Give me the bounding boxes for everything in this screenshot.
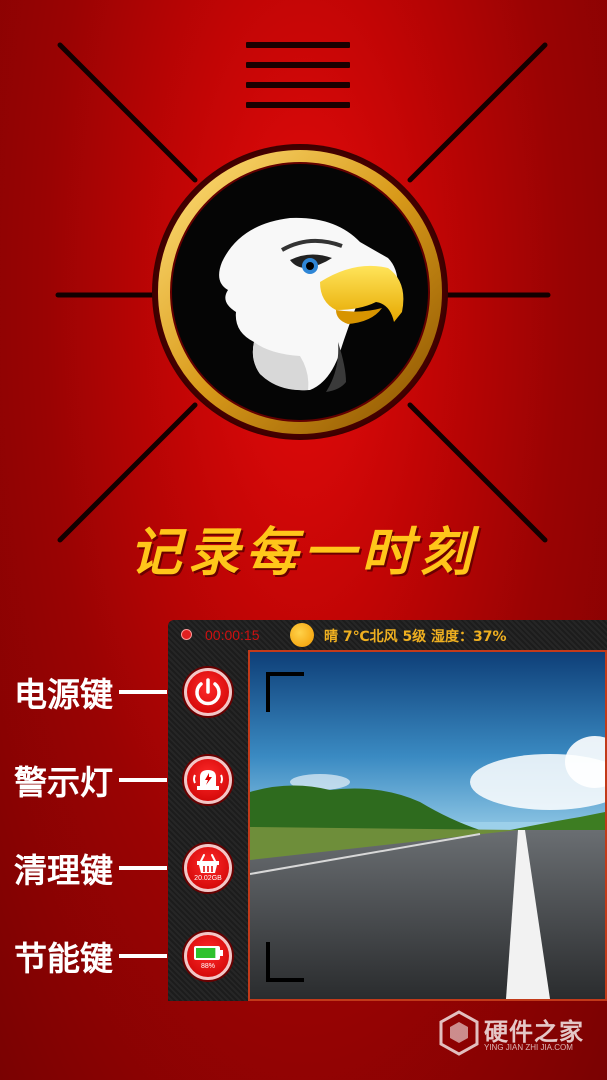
label-power-text: 电源键 <box>14 675 113 714</box>
label-power-saving-text: 节能键 <box>14 939 113 978</box>
recording-time: 00:00:15 <box>205 627 260 643</box>
focus-bracket-top <box>266 672 304 712</box>
sun-icon <box>290 623 314 647</box>
cleanup-basket-icon <box>197 854 219 873</box>
weather-info: 晴 7℃北风 5级 湿度：37% <box>324 629 507 645</box>
label-cleanup-text: 清理键 <box>14 851 113 890</box>
cleanup-button[interactable]: 20.02GB <box>184 844 232 892</box>
camera-preview[interactable] <box>248 650 607 1001</box>
watermark: 硬件之家 YING JIAN ZHI JIA.COM <box>438 1010 607 1060</box>
label-cleanup-connector <box>119 866 167 870</box>
watermark-logo-icon <box>439 1010 479 1056</box>
label-power: 电源键 <box>14 672 167 714</box>
power-saving-button[interactable]: 88% <box>184 932 232 980</box>
warning-light-button[interactable] <box>184 756 232 804</box>
label-warning-connector <box>119 778 167 782</box>
warning-light-icon <box>193 770 223 790</box>
label-power-saving-connector <box>119 954 167 958</box>
eagle-head-icon <box>152 144 448 440</box>
status-bar: 00:00:15 晴 7℃北风 5级 湿度：37% <box>168 620 607 650</box>
power-button[interactable] <box>184 668 232 716</box>
watermark-title: 硬件之家 <box>484 1018 584 1046</box>
slogan: 记录每一时刻 <box>129 522 478 583</box>
battery-icon <box>194 946 223 960</box>
label-power-saving: 节能键 <box>14 936 167 978</box>
label-power-connector <box>119 690 167 694</box>
power-icon <box>195 678 221 706</box>
focus-bracket-bottom <box>266 942 304 982</box>
record-dot-icon <box>181 629 192 640</box>
dashcam-panel: 00:00:15 晴 7℃北风 5级 湿度：37% 20.02GB 88% <box>168 620 607 1001</box>
label-warning: 警示灯 <box>14 760 167 802</box>
label-warning-text: 警示灯 <box>14 763 113 802</box>
watermark-url: YING JIAN ZHI JIA.COM <box>484 1043 573 1052</box>
battery-percent: 88% <box>200 963 215 970</box>
hamburger-menu-icon[interactable] <box>246 40 350 112</box>
battery-level-fill <box>196 948 216 958</box>
storage-size: 20.02GB <box>194 875 222 882</box>
label-cleanup: 清理键 <box>14 848 167 890</box>
